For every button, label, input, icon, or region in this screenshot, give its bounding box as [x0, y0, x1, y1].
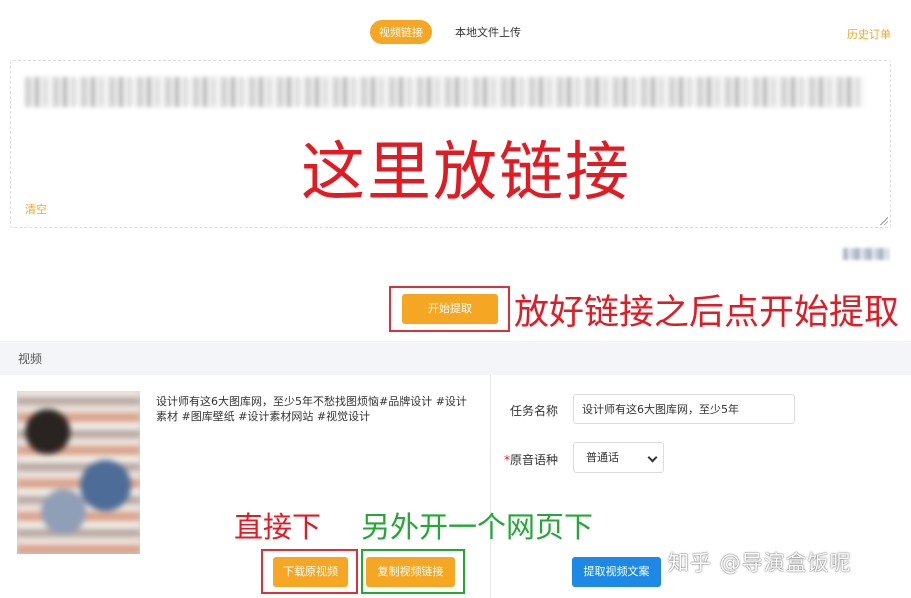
source-tabs: 视频链接 本地文件上传	[370, 20, 530, 44]
video-thumbnail	[17, 391, 140, 554]
extract-text-button[interactable]: 提取视频文案	[572, 557, 661, 587]
blurred-counter	[843, 248, 889, 260]
copy-video-link-button[interactable]: 复制视频链接	[366, 557, 455, 587]
resize-grip-icon[interactable]	[880, 217, 888, 225]
start-extract-button[interactable]: 开始提取	[402, 294, 498, 324]
video-description: 设计师有这6大图库网，至少5年不愁找图烦恼#品牌设计 #设计素材 #图库壁纸 #…	[156, 395, 467, 423]
task-name-label: 任务名称	[510, 404, 559, 418]
open-new-page-annotation: 另外开一个网页下	[361, 510, 594, 544]
column-divider	[490, 375, 491, 598]
download-original-button[interactable]: 下载原视频	[273, 557, 348, 587]
language-label-text: 原音语种	[510, 453, 559, 467]
video-section-header: 视频	[0, 341, 911, 375]
blurred-link-text	[25, 77, 865, 107]
language-select[interactable]: 普通话	[573, 442, 664, 473]
section-title: 视频	[18, 352, 43, 366]
link-input-area[interactable]: 这里放链接 清空	[10, 60, 891, 228]
history-orders-link[interactable]: 历史订单	[847, 26, 891, 42]
language-label: *原音语种	[504, 451, 558, 468]
clear-button[interactable]: 清空	[25, 201, 47, 217]
paste-link-annotation: 这里放链接	[301, 136, 631, 210]
tab-video-link[interactable]: 视频链接	[370, 20, 432, 44]
language-selected-value: 普通话	[586, 451, 619, 464]
watermark: 知乎 @导演盒饭呢	[668, 551, 852, 575]
chevron-down-icon	[647, 452, 658, 463]
direct-download-annotation: 直接下	[234, 510, 322, 544]
tab-local-upload[interactable]: 本地文件上传	[446, 20, 530, 44]
task-name-input[interactable]	[573, 394, 795, 424]
start-annotation: 放好链接之后点开始提取	[514, 293, 900, 333]
